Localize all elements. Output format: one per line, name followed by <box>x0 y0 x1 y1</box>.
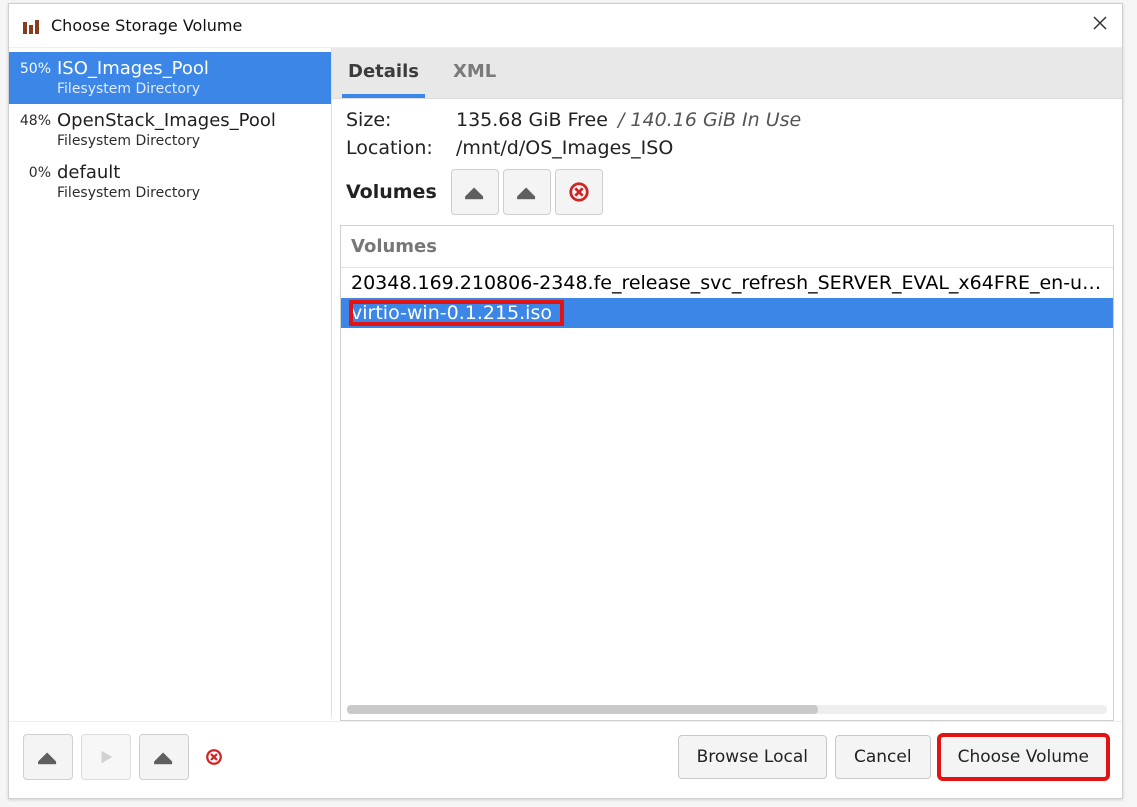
size-divider: / <box>618 109 624 131</box>
volume-name: virtio-win-0.1.215.iso <box>351 302 552 324</box>
pool-type: Filesystem Directory <box>57 185 323 203</box>
tab-details[interactable]: Details <box>342 48 425 98</box>
pool-name: default <box>57 162 323 185</box>
tab-xml[interactable]: XML <box>447 48 502 98</box>
volumes-toolbar: Volumes <box>346 169 1108 215</box>
refresh-volumes-button[interactable] <box>503 169 551 215</box>
dialog-body: 50% ISO_Images_Pool Filesystem Directory… <box>9 48 1122 721</box>
pool-name: OpenStack_Images_Pool <box>57 110 323 133</box>
delete-pool-button[interactable] <box>197 734 231 780</box>
pool-item-default[interactable]: 0% default Filesystem Directory <box>9 156 331 208</box>
volume-row[interactable]: 20348.169.210806-2348.fe_release_svc_ref… <box>341 268 1113 298</box>
cancel-button[interactable]: Cancel <box>835 735 931 779</box>
pool-type: Filesystem Directory <box>57 81 323 99</box>
size-used: 140.16 GiB In Use <box>630 109 801 131</box>
choose-volume-button[interactable]: Choose Volume <box>939 735 1108 779</box>
pool-usage-pct: 50% <box>15 58 57 79</box>
close-icon[interactable] <box>1092 15 1108 36</box>
horizontal-scrollbar[interactable] <box>347 705 1107 714</box>
size-label: Size: <box>346 109 456 131</box>
volume-list: Volumes 20348.169.210806-2348.fe_release… <box>340 225 1114 721</box>
pool-usage-pct: 48% <box>15 110 57 131</box>
dialog-footer: Browse Local Cancel Choose Volume <box>9 721 1122 798</box>
start-pool-button[interactable] <box>81 734 131 780</box>
volumes-label: Volumes <box>346 181 437 203</box>
add-pool-button[interactable] <box>23 734 73 780</box>
location-value: /mnt/d/OS_Images_ISO <box>456 137 673 159</box>
selected-volume-highlight: virtio-win-0.1.215.iso <box>351 302 562 324</box>
window-title: Choose Storage Volume <box>51 16 242 35</box>
titlebar: Choose Storage Volume <box>9 4 1122 48</box>
pool-type: Filesystem Directory <box>57 133 323 151</box>
pool-name: ISO_Images_Pool <box>57 58 323 81</box>
pool-item-iso-images[interactable]: 50% ISO_Images_Pool Filesystem Directory <box>9 52 331 104</box>
volume-row-selected[interactable]: virtio-win-0.1.215.iso <box>341 298 1113 328</box>
pool-item-openstack-images[interactable]: 48% OpenStack_Images_Pool Filesystem Dir… <box>9 104 331 156</box>
tab-bar: Details XML <box>332 48 1122 99</box>
size-free: 135.68 GiB Free <box>456 109 608 131</box>
delete-volume-button[interactable] <box>555 169 603 215</box>
pool-list: 50% ISO_Images_Pool Filesystem Directory… <box>9 48 332 721</box>
scrollbar-thumb[interactable] <box>347 705 818 714</box>
new-volume-button[interactable] <box>451 169 499 215</box>
location-label: Location: <box>346 137 456 159</box>
app-icon <box>23 18 43 34</box>
pool-usage-pct: 0% <box>15 162 57 183</box>
stop-pool-button[interactable] <box>139 734 189 780</box>
details-panel: Details XML Size: 135.68 GiB Free / 140.… <box>332 48 1122 721</box>
pool-details: Size: 135.68 GiB Free / 140.16 GiB In Us… <box>332 99 1122 219</box>
browse-local-button[interactable]: Browse Local <box>678 735 827 779</box>
volume-column-header: Volumes <box>341 226 1113 268</box>
storage-volume-dialog: Choose Storage Volume 50% ISO_Images_Poo… <box>8 3 1123 799</box>
